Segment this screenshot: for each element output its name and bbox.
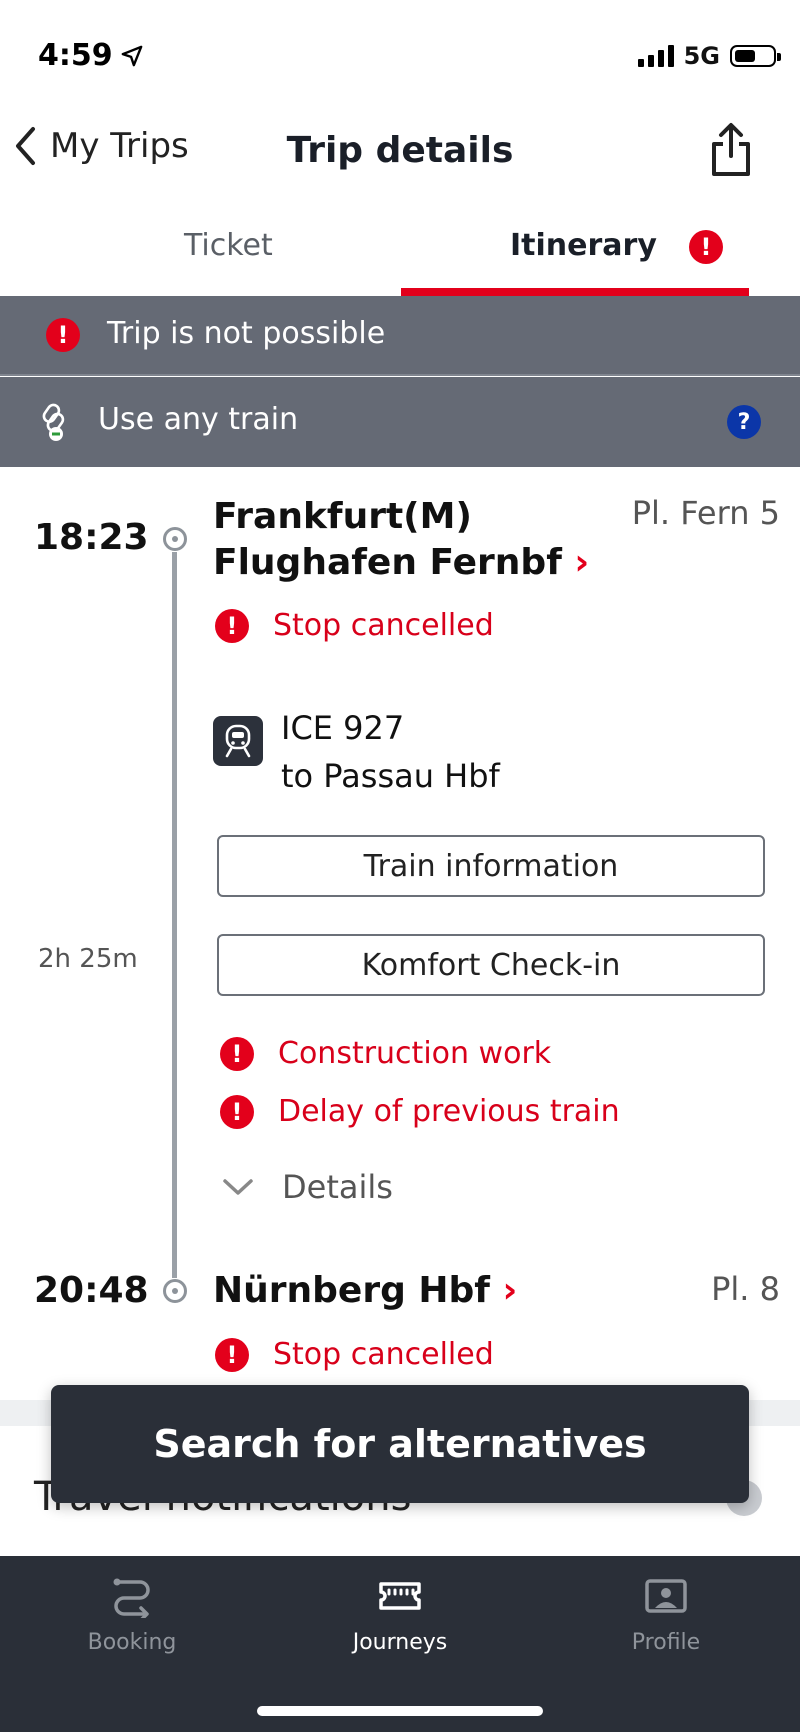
tab-label: Booking [87, 1630, 177, 1655]
route-icon [113, 1578, 150, 1618]
chevron-right-icon: › [574, 542, 590, 583]
komfort-checkin-button[interactable]: Komfort Check-in [217, 934, 765, 996]
alert-icon: ! [46, 318, 80, 352]
departure-dot [163, 527, 187, 551]
share-icon [712, 123, 750, 176]
banner-text: Trip is not possible [107, 316, 386, 351]
train-icon [213, 716, 263, 766]
status-text: Stop cancelled [273, 608, 494, 643]
help-icon[interactable]: ? [727, 405, 761, 439]
trip-not-possible-banner: ! Trip is not possible [0, 296, 800, 376]
departure-status: ! Stop cancelled [215, 608, 494, 643]
train-destination: to Passau Hbf [281, 757, 500, 795]
alert-icon: ! [689, 230, 723, 264]
station-name: Nürnberg Hbf [213, 1270, 490, 1311]
tab-itinerary[interactable]: Itinerary [510, 228, 657, 263]
alert-icon: ! [220, 1094, 254, 1129]
tab-label: Profile [631, 1630, 701, 1655]
tab-label: Journeys [352, 1630, 448, 1655]
arrival-dot [163, 1279, 187, 1303]
status-text: Stop cancelled [273, 1337, 494, 1372]
location-arrow-icon [121, 45, 142, 66]
alert-icon: ! [215, 1337, 249, 1372]
tab-journeys[interactable]: Journeys [300, 1574, 500, 1655]
tab-profile[interactable]: Profile [566, 1574, 766, 1655]
home-indicator [257, 1706, 543, 1716]
chevron-down-icon [223, 1179, 253, 1195]
tab-ticket[interactable]: Ticket [184, 228, 273, 263]
arrival-station[interactable]: Nürnberg Hbf › [213, 1268, 517, 1314]
back-button[interactable]: My Trips [14, 126, 189, 166]
alert-icon: ! [220, 1036, 254, 1071]
notice-text: Construction work [278, 1036, 552, 1071]
arrival-platform: Pl. 8 [711, 1270, 780, 1308]
train-name: ICE 927 [281, 709, 405, 747]
trip-duration: 2h 25m [38, 944, 138, 974]
alert-icon: ! [215, 608, 249, 643]
ticket-icon [379, 1582, 421, 1610]
status-time: 4:59 [38, 38, 143, 73]
station-line: Flughafen Fernbf [213, 542, 562, 583]
notice-text: Delay of previous train [278, 1094, 620, 1129]
notice-delay: ! Delay of previous train [220, 1094, 620, 1129]
active-tab-indicator [401, 288, 749, 296]
arrival-time: 20:48 [34, 1270, 149, 1311]
use-any-train-banner[interactable]: Use any train ? [0, 377, 800, 467]
train-info-text: ICE 927 to Passau Hbf [281, 704, 500, 800]
link-icon [42, 403, 65, 441]
departure-platform: Pl. Fern 5 [631, 494, 780, 532]
chevron-right-icon: › [502, 1270, 518, 1311]
search-alternatives-button[interactable]: Search for alternatives [51, 1385, 749, 1503]
share-button[interactable] [706, 122, 756, 178]
details-label: Details [282, 1168, 393, 1206]
tab-booking[interactable]: Booking [32, 1574, 232, 1655]
banner-text: Use any train [98, 402, 299, 437]
details-toggle[interactable]: Details [222, 1168, 393, 1206]
clock-text: 4:59 [38, 38, 113, 73]
network-label: 5G [683, 42, 720, 70]
notice-construction: ! Construction work [220, 1036, 551, 1071]
timeline-line [172, 552, 177, 1278]
back-label: My Trips [50, 126, 189, 166]
departure-station[interactable]: Frankfurt(M) Flughafen Fernbf › [213, 494, 589, 586]
profile-card-icon [645, 1579, 687, 1613]
departure-time: 18:23 [34, 517, 149, 558]
status-indicators: 5G [637, 42, 781, 70]
battery-icon [730, 45, 781, 67]
signal-icon [637, 45, 674, 67]
station-line: Frankfurt(M) [213, 496, 472, 537]
train-information-button[interactable]: Train information [217, 835, 765, 897]
chevron-left-icon [16, 127, 35, 165]
arrival-status: ! Stop cancelled [215, 1337, 494, 1372]
